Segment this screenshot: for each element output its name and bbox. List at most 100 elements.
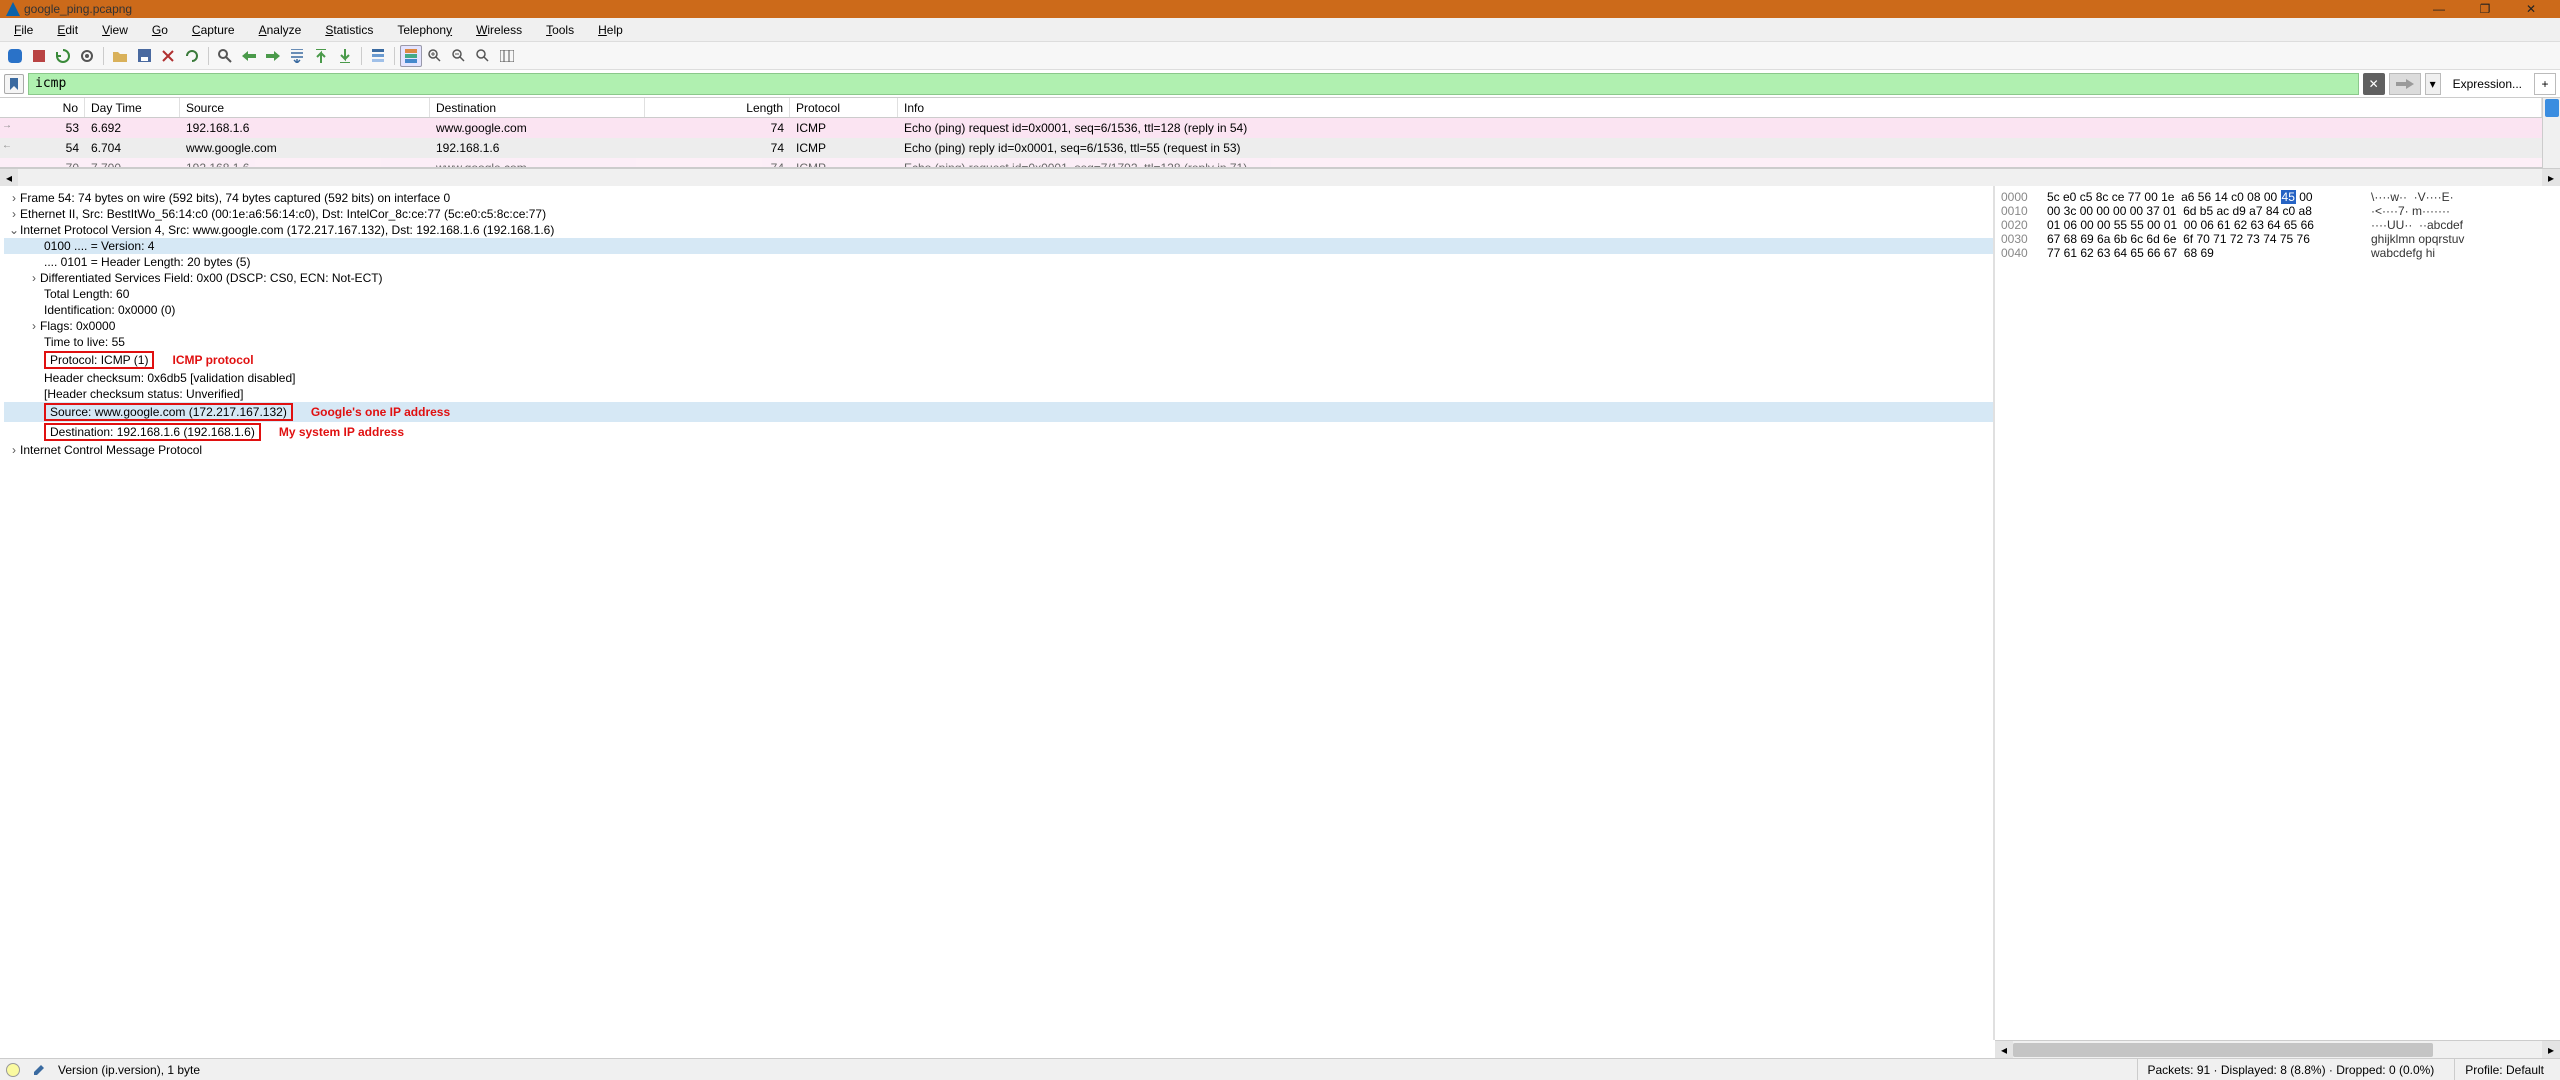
- scroll-left-button[interactable]: ◂: [0, 169, 18, 186]
- start-capture-button[interactable]: [4, 45, 26, 67]
- close-file-button[interactable]: [157, 45, 179, 67]
- scroll-left-button[interactable]: ◂: [1995, 1041, 2013, 1058]
- chevron-right-icon[interactable]: ›: [8, 191, 20, 205]
- scrollbar-thumb[interactable]: [2013, 1043, 2433, 1057]
- add-filter-button[interactable]: +: [2534, 73, 2556, 95]
- packet-row[interactable]: 54 6.704 www.google.com 192.168.1.6 74 I…: [0, 138, 2542, 158]
- find-packet-button[interactable]: [214, 45, 236, 67]
- menu-analyze[interactable]: Analyze: [249, 21, 312, 39]
- tree-diffserv[interactable]: ›Differentiated Services Field: 0x00 (DS…: [4, 270, 1993, 286]
- packet-list[interactable]: → ← 53 6.692 192.168.1.6 www.google.com …: [0, 118, 2542, 168]
- hex-row[interactable]: 0000 5c e0 c5 8c ce 77 00 1e a6 56 14 c0…: [2001, 190, 2554, 204]
- menu-view[interactable]: View: [92, 21, 138, 39]
- tree-protocol[interactable]: Protocol: ICMP (1)ICMP protocol: [4, 350, 1993, 370]
- chevron-right-icon[interactable]: ›: [8, 443, 20, 457]
- zoom-in-button[interactable]: [424, 45, 446, 67]
- scroll-right-button[interactable]: ▸: [2542, 169, 2560, 186]
- display-filter-input[interactable]: [28, 73, 2359, 95]
- filter-history-dropdown[interactable]: ▾: [2425, 73, 2441, 95]
- tree-version[interactable]: 0100 .... = Version: 4: [4, 238, 1993, 254]
- wireshark-logo-icon: [6, 2, 20, 16]
- packet-details-pane[interactable]: ›Frame 54: 74 bytes on wire (592 bits), …: [0, 186, 1995, 1040]
- minimize-button[interactable]: —: [2416, 0, 2462, 18]
- col-no[interactable]: No: [0, 98, 85, 117]
- packet-row[interactable]: 53 6.692 192.168.1.6 www.google.com 74 I…: [0, 118, 2542, 138]
- hex-row[interactable]: 0040 77 61 62 63 64 65 66 67 68 69 wabcd…: [2001, 246, 2554, 260]
- stop-capture-button[interactable]: [28, 45, 50, 67]
- reload-button[interactable]: [181, 45, 203, 67]
- auto-scroll-button[interactable]: [367, 45, 389, 67]
- annotation-label: ICMP protocol: [172, 353, 253, 367]
- tree-checksum[interactable]: Header checksum: 0x6db5 [validation disa…: [4, 370, 1993, 386]
- filter-bar: ✕ ▾ Expression... +: [0, 70, 2560, 98]
- chevron-right-icon[interactable]: ›: [28, 319, 40, 333]
- tree-totallen[interactable]: Total Length: 60: [4, 286, 1993, 302]
- chevron-right-icon[interactable]: ›: [8, 207, 20, 221]
- hex-dump-pane[interactable]: 0000 5c e0 c5 8c ce 77 00 1e a6 56 14 c0…: [1995, 186, 2560, 1040]
- menu-edit[interactable]: Edit: [47, 21, 88, 39]
- tree-identification[interactable]: Identification: 0x0000 (0): [4, 302, 1993, 318]
- status-packets: Packets: 91 · Displayed: 8 (8.8%) · Drop…: [2137, 1059, 2445, 1080]
- menu-help[interactable]: Help: [588, 21, 633, 39]
- clear-filter-button[interactable]: ✕: [2363, 73, 2385, 95]
- hex-hscrollbar[interactable]: ◂ ▸: [1995, 1040, 2560, 1058]
- window-title: google_ping.pcapng: [24, 2, 132, 16]
- status-profile[interactable]: Profile: Default: [2454, 1059, 2554, 1080]
- zoom-reset-button[interactable]: [472, 45, 494, 67]
- col-destination[interactable]: Destination: [430, 98, 645, 117]
- col-daytime[interactable]: Day Time: [85, 98, 180, 117]
- packet-row[interactable]: 70 7.700 192.168.1.6 www.google.com 74 I…: [0, 158, 2542, 168]
- filter-expression-button[interactable]: Expression...: [2445, 77, 2530, 91]
- packet-list-hscrollbar[interactable]: ◂ ▸: [0, 168, 2560, 186]
- hex-row[interactable]: 0020 01 06 00 00 55 55 00 01 00 06 61 62…: [2001, 218, 2554, 232]
- hex-highlight: 45: [2281, 190, 2296, 204]
- tree-hdrlen[interactable]: .... 0101 = Header Length: 20 bytes (5): [4, 254, 1993, 270]
- tree-icmp[interactable]: ›Internet Control Message Protocol: [4, 442, 1993, 458]
- maximize-button[interactable]: ❐: [2462, 0, 2508, 18]
- capture-options-button[interactable]: [76, 45, 98, 67]
- tree-ttl[interactable]: Time to live: 55: [4, 334, 1993, 350]
- col-source[interactable]: Source: [180, 98, 430, 117]
- scroll-right-button[interactable]: ▸: [2542, 1041, 2560, 1058]
- apply-filter-button[interactable]: [2389, 73, 2421, 95]
- menu-wireless[interactable]: Wireless: [466, 21, 532, 39]
- menu-file[interactable]: File: [4, 21, 43, 39]
- related-packet-marker-icon: ←: [2, 140, 12, 151]
- menu-go[interactable]: Go: [142, 21, 178, 39]
- go-forward-button[interactable]: [262, 45, 284, 67]
- restart-capture-button[interactable]: [52, 45, 74, 67]
- bookmark-filter-button[interactable]: [4, 74, 24, 94]
- tree-ethernet[interactable]: ›Ethernet II, Src: BestItWo_56:14:c0 (00…: [4, 206, 1993, 222]
- col-length[interactable]: Length: [645, 98, 790, 117]
- colorize-button[interactable]: [400, 45, 422, 67]
- col-protocol[interactable]: Protocol: [790, 98, 898, 117]
- tree-flags[interactable]: ›Flags: 0x0000: [4, 318, 1993, 334]
- tree-checksum-status[interactable]: [Header checksum status: Unverified]: [4, 386, 1993, 402]
- go-back-button[interactable]: [238, 45, 260, 67]
- hex-row[interactable]: 0030 67 68 69 6a 6b 6c 6d 6e 6f 70 71 72…: [2001, 232, 2554, 246]
- go-to-packet-button[interactable]: [286, 45, 308, 67]
- resize-columns-button[interactable]: [496, 45, 518, 67]
- menu-statistics[interactable]: Statistics: [315, 21, 383, 39]
- hex-row[interactable]: 0010 00 3c 00 00 00 00 37 01 6d b5 ac d9…: [2001, 204, 2554, 218]
- menu-tools[interactable]: Tools: [536, 21, 584, 39]
- open-file-button[interactable]: [109, 45, 131, 67]
- col-info[interactable]: Info: [898, 98, 2542, 117]
- chevron-down-icon[interactable]: ⌄: [8, 223, 20, 237]
- packet-list-vscrollbar[interactable]: [2542, 98, 2560, 168]
- go-first-button[interactable]: [310, 45, 332, 67]
- tree-ip[interactable]: ⌄Internet Protocol Version 4, Src: www.g…: [4, 222, 1993, 238]
- expert-info-button[interactable]: [6, 1063, 20, 1077]
- edit-comment-button[interactable]: [30, 1061, 48, 1079]
- chevron-right-icon[interactable]: ›: [28, 271, 40, 285]
- zoom-out-button[interactable]: [448, 45, 470, 67]
- save-file-button[interactable]: [133, 45, 155, 67]
- go-last-button[interactable]: [334, 45, 356, 67]
- tree-destination[interactable]: Destination: 192.168.1.6 (192.168.1.6)My…: [4, 422, 1993, 442]
- tree-frame[interactable]: ›Frame 54: 74 bytes on wire (592 bits), …: [4, 190, 1993, 206]
- menu-capture[interactable]: Capture: [182, 21, 245, 39]
- close-button[interactable]: ✕: [2508, 0, 2554, 18]
- tree-source[interactable]: Source: www.google.com (172.217.167.132)…: [4, 402, 1993, 422]
- packet-list-header: No Day Time Source Destination Length Pr…: [0, 98, 2542, 118]
- menu-telephony[interactable]: Telephony: [387, 21, 462, 39]
